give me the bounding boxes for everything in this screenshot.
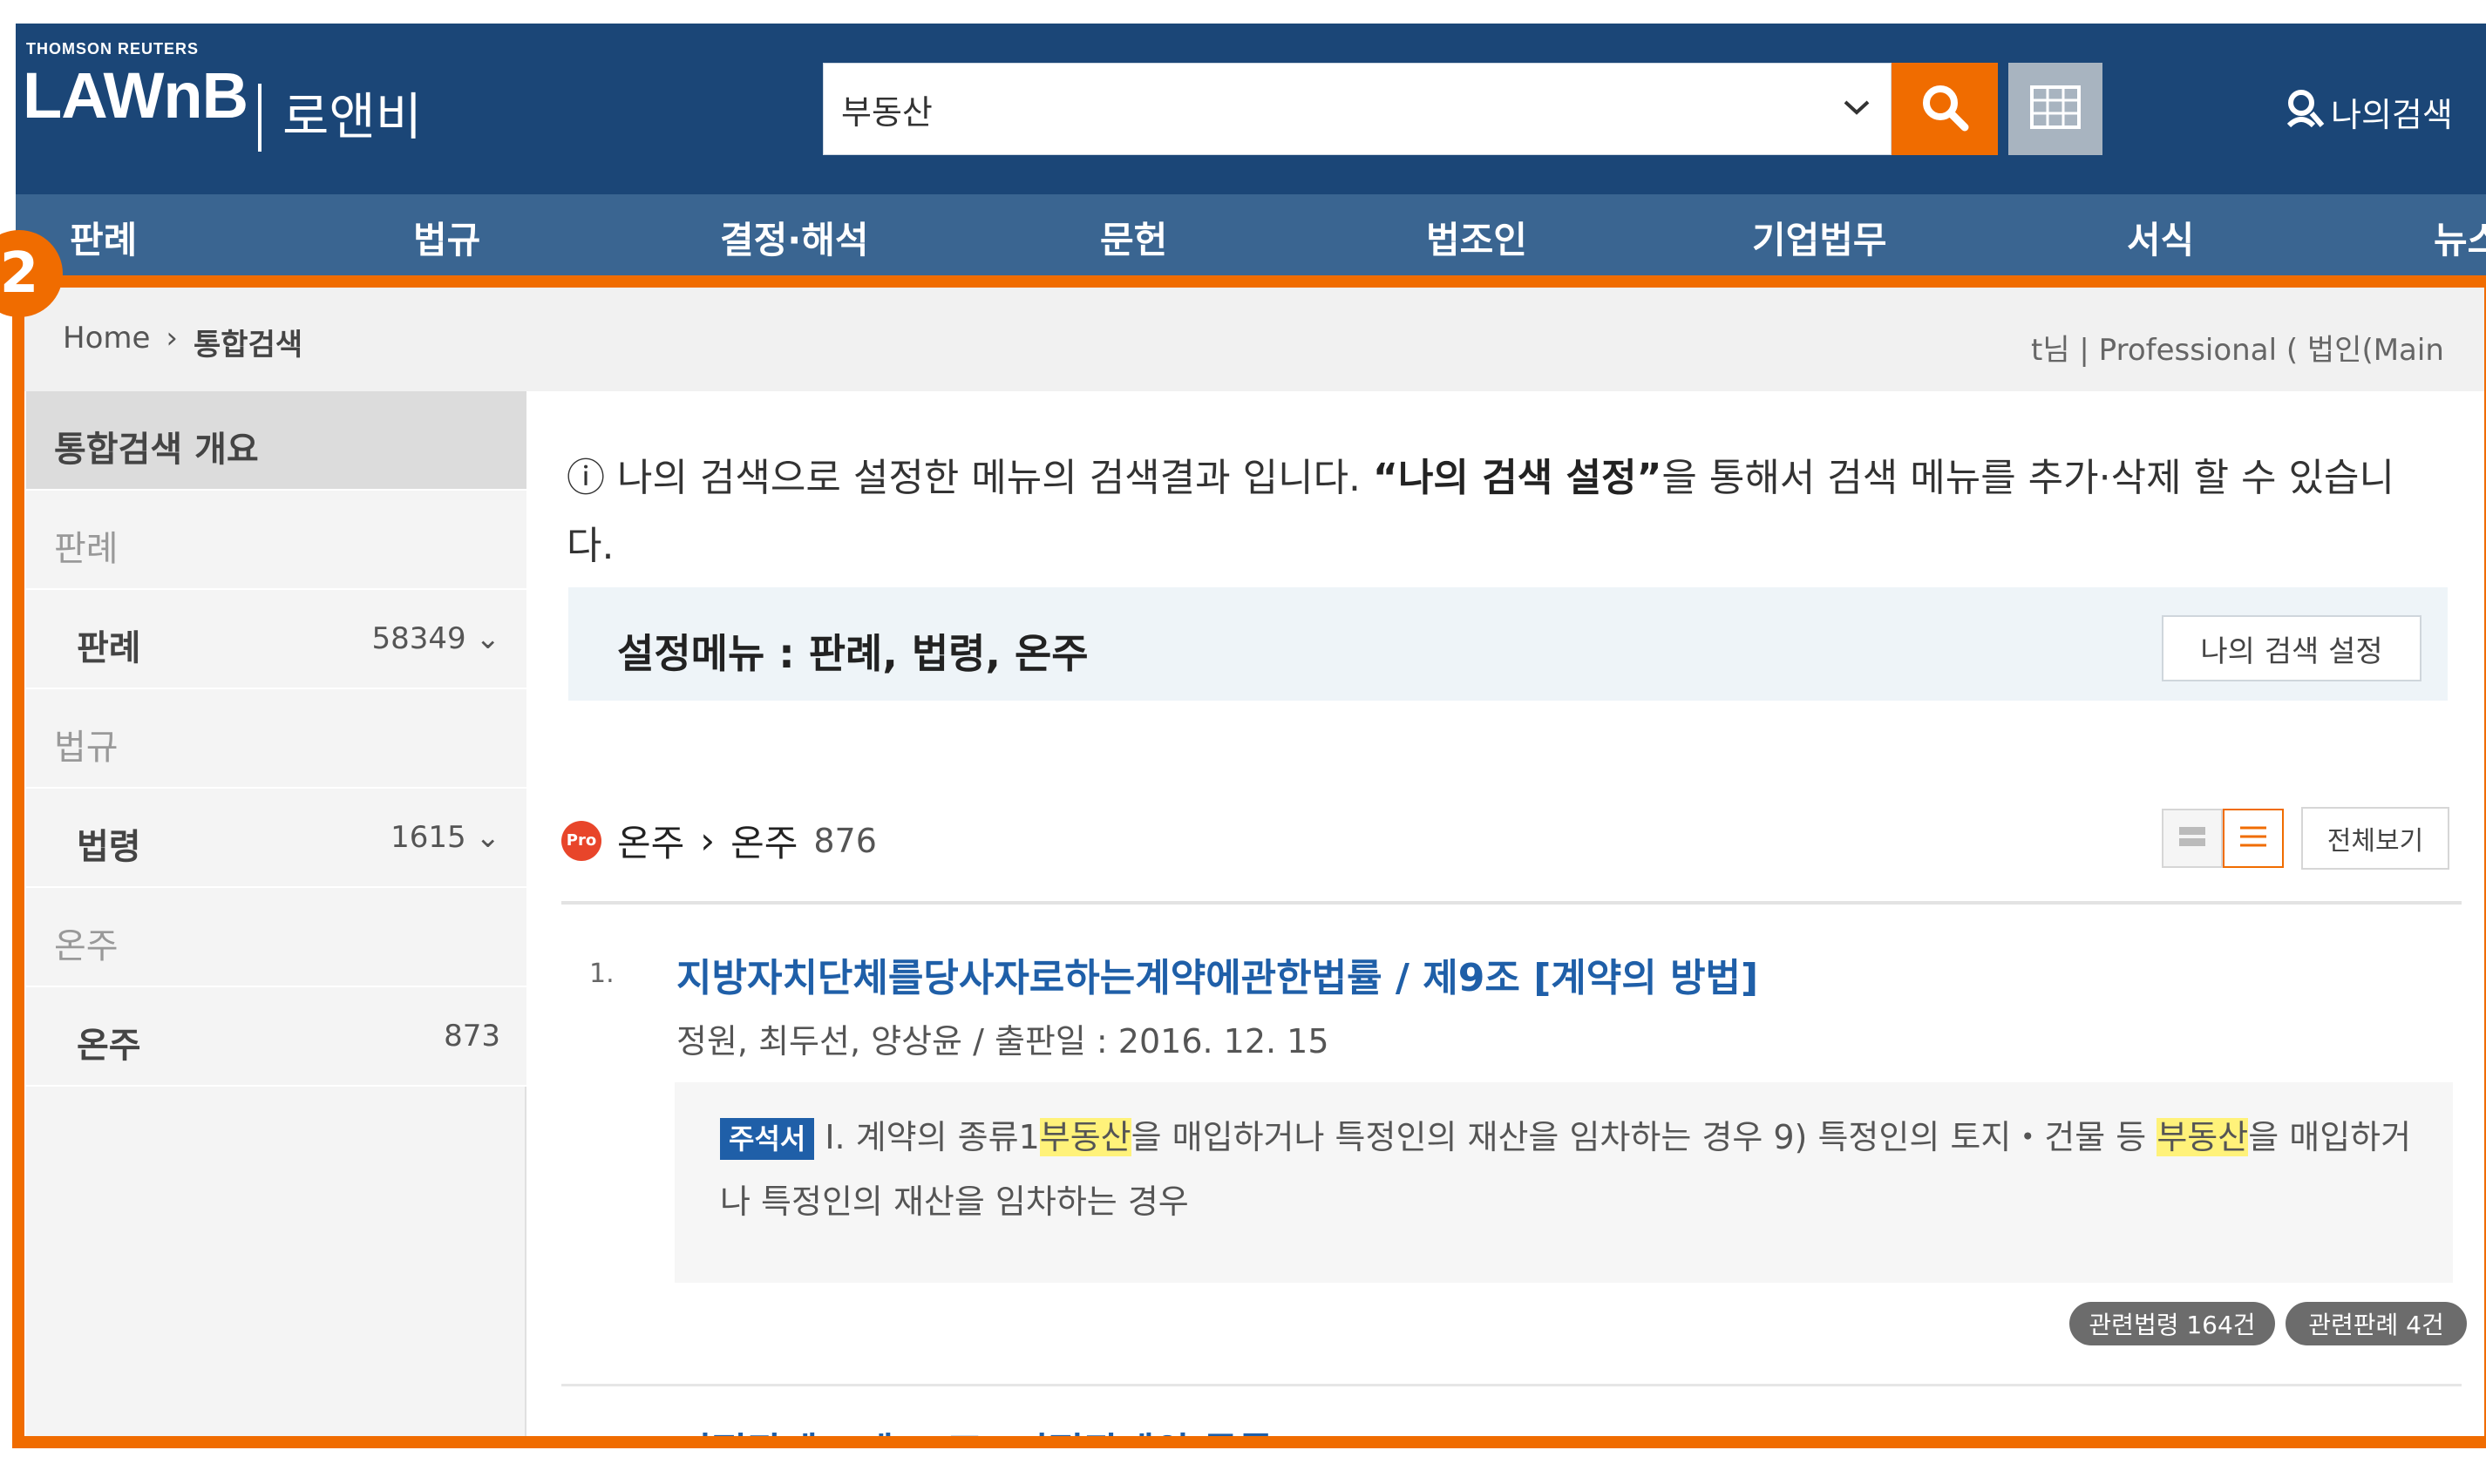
nav-item-forms[interactable]: 서식 xyxy=(2127,211,2194,264)
result-section-title: Pro 온주 › 온주 876 xyxy=(561,814,877,867)
sidebar-item-onju[interactable]: 온주 873 xyxy=(26,987,526,1087)
breadcrumb-home[interactable]: Home xyxy=(63,321,150,363)
result-meta: 정원, 최두선, 양상윤 / 출판일 : 2016. 12. 15 xyxy=(676,1022,1329,1060)
breadcrumb-separator: › xyxy=(166,321,179,356)
my-search-settings-button[interactable]: 나의 검색 설정 xyxy=(2162,615,2421,681)
nav-item-decision[interactable]: 결정·해석 xyxy=(720,211,869,264)
brand-korean-name: 로앤비 xyxy=(282,87,423,146)
commentary-tag: 주석서 xyxy=(720,1118,815,1160)
snippet-text: 주석서 Ⅰ. 계약의 종류1부동산을 매입하거나 특정인의 재산을 임차하는 경우… xyxy=(720,1118,2412,1221)
related-precedents-badge[interactable]: 관련판례 4건 xyxy=(2286,1302,2467,1345)
result-title-link[interactable]: 지방자치단체를당사자로하는계약에관한법률 / 제9조 [계약의 방법] xyxy=(676,946,1758,1002)
sidebar-section-label: 법규 xyxy=(54,728,119,768)
sidebar-section-label: 온주 xyxy=(54,926,119,966)
section-divider xyxy=(561,901,2462,905)
pro-badge: Pro xyxy=(561,820,601,861)
settings-menu-label: 설정메뉴 : 판례, 법령, 온주 xyxy=(617,630,1089,677)
sidebar-item-label: 법령 xyxy=(77,827,141,867)
list-icon xyxy=(2238,824,2268,852)
view-toggle xyxy=(2162,809,2284,868)
keyword-highlight: 부동산 xyxy=(1039,1118,1131,1156)
compact-list-icon xyxy=(2177,825,2207,851)
breadcrumb-current: 통합검색 xyxy=(194,328,303,363)
nav-item-corporate[interactable]: 기업법무 xyxy=(1752,211,1887,264)
keyword-highlight: 부동산 xyxy=(2157,1118,2249,1156)
user-info: t님 | Professional ( 법인(Main xyxy=(2031,333,2444,368)
sidebar-section-regulation: 법규 xyxy=(26,689,526,789)
result-divider xyxy=(561,1384,2462,1386)
related-statutes-badge[interactable]: 관련법령 164건 xyxy=(2069,1302,2275,1345)
nav-item-precedent[interactable]: 판례 xyxy=(70,211,137,264)
sidebar-item-count: 873 xyxy=(444,1019,500,1054)
search-settings-box: 설정메뉴 : 판례, 법령, 온주 나의 검색 설정 xyxy=(568,587,2448,701)
grid-menu-button[interactable] xyxy=(2008,63,2102,155)
chevron-down-icon[interactable] xyxy=(1842,90,1871,125)
brand-small-text: THOMSON REUTERS xyxy=(26,40,200,58)
sidebar-item-label: 판례 xyxy=(77,628,141,668)
section-crumb[interactable]: 온주 xyxy=(617,814,684,867)
my-search-label: 나의검색 xyxy=(2331,96,2453,134)
info-icon: ⓘ xyxy=(567,456,605,500)
sidebar-item-count: 58349 ⌄ xyxy=(371,621,501,656)
grid-icon xyxy=(2030,85,2081,132)
search-input[interactable] xyxy=(841,64,1800,154)
detail-view-button[interactable] xyxy=(2223,809,2284,868)
notice-text: ⓘ 나의 검색으로 설정한 메뉴의 검색결과 입니다. “나의 검색 설정”을 … xyxy=(567,456,2394,568)
section-crumb: 온주 xyxy=(730,822,798,864)
sidebar-section-onju: 온주 xyxy=(26,888,526,987)
bottom-margin xyxy=(0,1448,2486,1484)
section-count: 876 xyxy=(813,821,877,860)
compact-view-button[interactable] xyxy=(2162,809,2223,868)
chevron-down-icon: ⌄ xyxy=(475,820,501,855)
top-margin xyxy=(0,0,2486,24)
search-icon xyxy=(1919,82,1970,136)
section-separator: › xyxy=(700,819,716,862)
sidebar-section-precedent: 판례 xyxy=(26,491,526,590)
view-all-button[interactable]: 전체보기 xyxy=(2301,807,2449,870)
search-box xyxy=(823,63,1892,155)
sidebar-item-label: 온주 xyxy=(77,1026,141,1066)
sidebar-item-precedent[interactable]: 판례 58349 ⌄ xyxy=(26,590,526,689)
my-search-link[interactable]: 나의검색 xyxy=(2286,87,2453,137)
nav-item-literature[interactable]: 문헌 xyxy=(1100,211,1167,264)
nav-item-lawyer[interactable]: 법조인 xyxy=(1426,211,1527,264)
result-snippet: 주석서 Ⅰ. 계약의 종류1부동산을 매입하거나 특정인의 재산을 임차하는 경우… xyxy=(675,1082,2453,1283)
sidebar-overview[interactable]: 통합검색 개요 xyxy=(26,391,526,491)
main-nav xyxy=(16,194,2486,281)
nav-item-news[interactable]: 뉴스 xyxy=(2434,211,2486,264)
brand-logo[interactable]: LAWnB xyxy=(23,59,248,132)
search-button[interactable] xyxy=(1892,63,1998,155)
sidebar-section-label: 판례 xyxy=(54,529,119,569)
sidebar-item-count: 1615 ⌄ xyxy=(391,820,500,855)
chevron-down-icon: ⌄ xyxy=(475,621,501,656)
logo-divider xyxy=(258,84,262,152)
sidebar-overview-label: 통합검색 개요 xyxy=(54,430,259,470)
sidebar-item-statute[interactable]: 법령 1615 ⌄ xyxy=(26,789,526,888)
nav-item-regulation[interactable]: 법규 xyxy=(413,211,480,264)
user-search-icon xyxy=(2286,87,2326,137)
breadcrumb: Home › 통합검색 xyxy=(63,321,302,363)
result-number: 1. xyxy=(589,959,615,989)
